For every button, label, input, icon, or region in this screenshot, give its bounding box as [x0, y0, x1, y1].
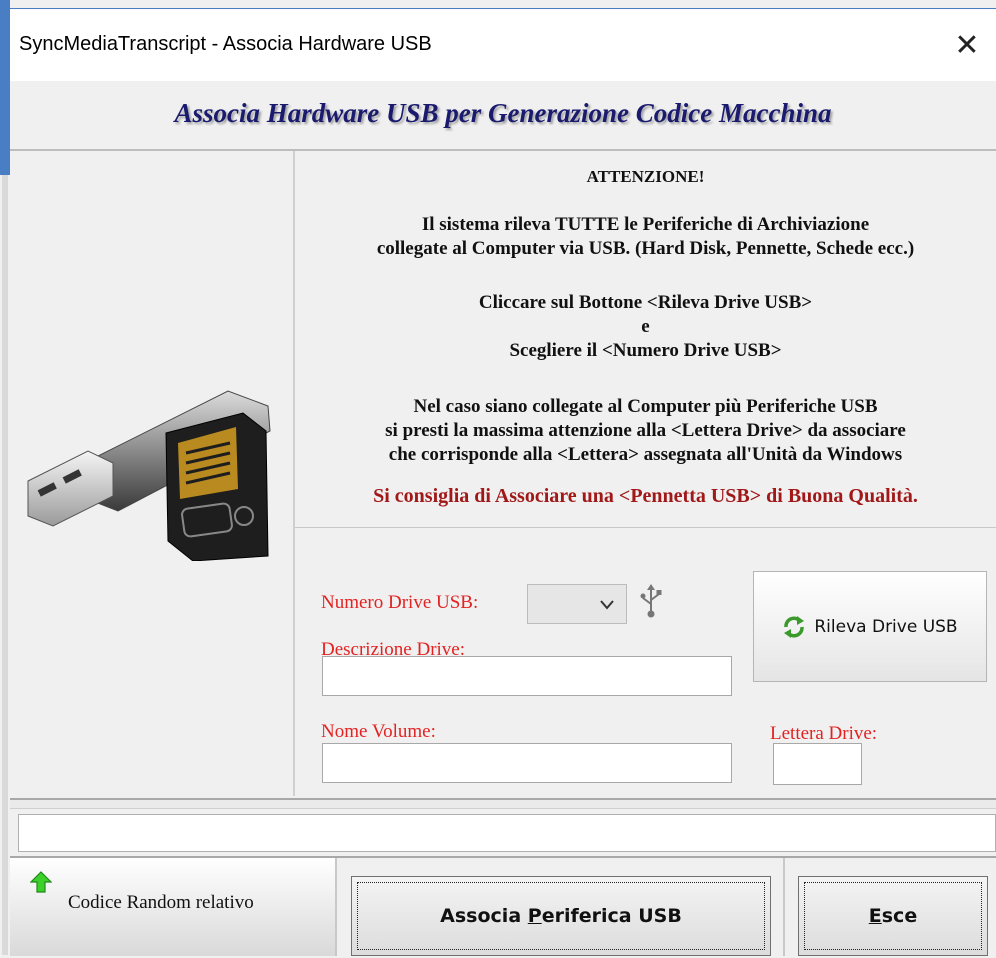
esce-button-label: Esce — [868, 905, 918, 927]
background-accent-band — [0, 0, 10, 175]
section-separator — [10, 798, 996, 809]
usb-symbol-icon — [640, 584, 662, 618]
paragraph-caution: Nel caso siano collegate al Computer più… — [385, 396, 906, 465]
illustration-panel — [10, 151, 295, 796]
quality-warning: Si consiglia di Associare una <Pennetta … — [373, 485, 918, 507]
column-separator — [335, 858, 337, 956]
associa-periferica-usb-button[interactable]: Associa Periferica USB — [351, 876, 771, 956]
associa-button-label: Associa Periferica USB — [440, 905, 682, 927]
instructions-text: ATTENZIONE! Il sistema rileva TUTTE le P… — [295, 151, 996, 527]
refresh-icon — [784, 615, 805, 638]
lettera-drive-field[interactable] — [773, 743, 862, 785]
close-icon[interactable]: ✕ — [944, 22, 990, 68]
background-strip — [2, 175, 8, 955]
rileva-drive-usb-button[interactable]: Rileva Drive USB — [753, 571, 987, 682]
dialog-window: SyncMediaTranscript - Associa Hardware U… — [10, 8, 996, 958]
instructions-panel: ATTENZIONE! Il sistema rileva TUTTE le P… — [295, 151, 996, 796]
lettera-drive-label: Lettera Drive: — [770, 723, 878, 744]
window-title: SyncMediaTranscript - Associa Hardware U… — [19, 33, 432, 55]
panel-divider — [295, 527, 996, 528]
descrizione-drive-field[interactable] — [322, 656, 732, 696]
chevron-down-icon — [600, 600, 614, 610]
header-title: Associa Hardware USB per Generazione Cod… — [174, 98, 832, 128]
paragraph-instructions: Cliccare sul Bottone <Rileva Drive USB> … — [478, 292, 813, 361]
esce-button[interactable]: Esce — [798, 876, 988, 956]
numero-drive-select[interactable] — [527, 584, 627, 624]
nome-volume-label: Nome Volume: — [321, 721, 436, 742]
paragraph-detection: Il sistema rileva TUTTE le Periferiche d… — [376, 214, 915, 259]
attention-heading: ATTENZIONE! — [586, 167, 705, 186]
title-bar: SyncMediaTranscript - Associa Hardware U… — [10, 9, 996, 81]
numero-drive-label: Numero Drive USB: — [321, 592, 479, 613]
green-arrow-up-icon — [30, 871, 52, 893]
background-window-edge — [0, 0, 10, 955]
column-separator — [783, 858, 785, 956]
dialog-header: Associa Hardware USB per Generazione Cod… — [10, 81, 996, 151]
nome-volume-field[interactable] — [322, 743, 732, 783]
rileva-button-label: Rileva Drive USB — [814, 616, 958, 637]
codice-random-label: Codice Random relativo — [68, 892, 254, 913]
status-field — [18, 814, 996, 852]
usb-drive-and-sd-card-icon — [27, 390, 271, 561]
